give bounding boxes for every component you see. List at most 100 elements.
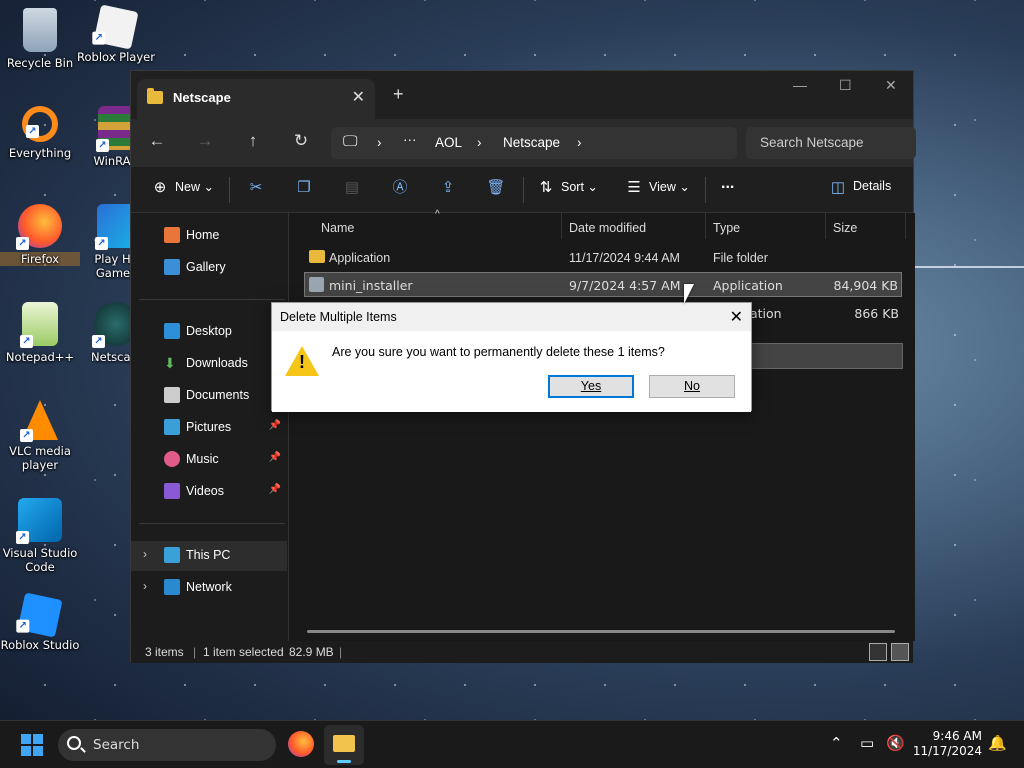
desktop-icon-label: Roblox Player [77, 50, 155, 64]
magnifier-icon: ↗ [22, 106, 58, 142]
clock[interactable]: 9:46 AM 11/17/2024 [912, 729, 982, 759]
more-options-button[interactable]: ... [721, 175, 734, 193]
navigation-bar: ← → ↑ ↻ 🖵 › ··· AOL › Netscape › Search … [131, 119, 916, 167]
table-row[interactable]: Application 11/17/2024 9:44 AM File fold… [305, 245, 903, 271]
item-count: 3 items [145, 645, 184, 659]
wallpaper-highlight [900, 266, 1024, 268]
nav-item-documents[interactable]: Documents [131, 381, 287, 409]
search-box[interactable]: Search Netscape [746, 127, 916, 159]
view-icon[interactable]: ☰ [623, 177, 645, 199]
desktop-icon-label: Everything [8, 146, 72, 160]
forward-arrow-icon[interactable]: → [193, 131, 217, 151]
desktop-icon-notepad-plus-plus[interactable]: ↗ Notepad++ [0, 302, 80, 364]
view-button[interactable]: View ⌄ [649, 179, 690, 194]
no-button[interactable]: No [649, 375, 735, 398]
new-tab-button[interactable]: + [393, 84, 404, 105]
vscode-icon: ↗ [16, 498, 62, 544]
column-size[interactable]: Size [833, 221, 857, 235]
breadcrumb-aol[interactable]: AOL [435, 135, 462, 150]
firefox-taskbar-icon[interactable] [288, 731, 314, 757]
pin-icon: 📌 [268, 452, 281, 463]
start-windows-icon[interactable] [21, 734, 43, 756]
details-pane-icon[interactable]: ◫ [827, 177, 849, 199]
application-icon [309, 277, 324, 292]
nav-item-videos[interactable]: Videos 📌 [131, 477, 287, 505]
nav-item-desktop[interactable]: Desktop [131, 317, 287, 345]
sort-button[interactable]: Sort ⌄ [561, 179, 598, 194]
table-row-selected[interactable]: mini_installer 9/7/2024 4:57 AM Applicat… [304, 272, 902, 297]
nav-item-music[interactable]: Music 📌 [131, 445, 287, 473]
taskbar-search[interactable]: Search [58, 729, 276, 761]
yes-button[interactable]: Yes [548, 375, 634, 398]
network-icon [164, 579, 180, 595]
breadcrumb-netscape[interactable]: Netscape [503, 135, 560, 150]
horizontal-scrollbar[interactable] [307, 630, 895, 633]
nav-item-this-pc[interactable]: › This PC [131, 541, 287, 571]
nav-item-home[interactable]: Home [131, 221, 287, 249]
share-icon[interactable]: ⇪ [437, 177, 459, 199]
nav-item-network[interactable]: › Network [131, 573, 287, 601]
new-button[interactable]: New ⌄ [175, 179, 214, 194]
minimize-button[interactable]: — [793, 77, 807, 93]
close-icon[interactable]: ✕ [730, 307, 743, 327]
divider [905, 213, 906, 239]
computer-icon [164, 547, 180, 563]
desktop-icon-roblox-studio[interactable]: ↗ Roblox Studio [0, 592, 80, 652]
nav-item-pictures[interactable]: Pictures 📌 [131, 413, 287, 441]
copy-icon[interactable]: ❐ [293, 177, 315, 199]
desktop-icon-vlc[interactable]: ↗ VLC media player [0, 400, 80, 472]
nav-item-downloads[interactable]: ⬇ Downloads [131, 349, 287, 377]
desktop-icon-roblox-player[interactable]: ↗ Roblox Player [76, 4, 156, 64]
plus-icon[interactable]: ⊕ [149, 177, 171, 199]
desktop-icon-label: VLC media player [9, 444, 71, 472]
home-icon [164, 227, 180, 243]
desktop-icon-everything[interactable]: ↗ Everything [0, 106, 80, 160]
maximize-button[interactable]: ☐ [839, 77, 852, 94]
file-explorer-taskbar-icon[interactable] [324, 725, 364, 765]
sort-caret-icon: ^ [435, 209, 440, 220]
status-bar: 3 items | 1 item selected 82.9 MB | [131, 641, 913, 663]
nav-item-gallery[interactable]: Gallery [131, 253, 287, 281]
cut-icon[interactable]: ✂ [245, 177, 267, 199]
desktop-icon-recycle-bin[interactable]: Recycle Bin [0, 8, 80, 70]
tiles-view-icon[interactable] [891, 643, 909, 661]
address-bar[interactable]: 🖵 › ··· AOL › Netscape › [331, 127, 737, 159]
title-bar: Netscape ✕ + — ☐ ✕ [131, 71, 913, 119]
column-date-modified[interactable]: Date modified [569, 221, 646, 235]
delete-icon[interactable]: 🗑 [485, 177, 507, 199]
chevron-right-icon: › [577, 135, 582, 150]
chevron-right-icon[interactable]: › [143, 547, 147, 561]
divider [561, 213, 562, 239]
dialog-body: Are you sure you want to permanently del… [272, 331, 751, 412]
more-breadcrumb-icon[interactable]: ··· [403, 132, 417, 147]
up-arrow-icon[interactable]: ↑ [241, 131, 265, 151]
taskbar: Search ⌃ ▭ 🔇 9:46 AM 11/17/2024 🔔 [0, 720, 1024, 768]
desktop-icon [164, 323, 180, 339]
column-type[interactable]: Type [713, 221, 740, 235]
close-tab-icon[interactable]: ✕ [352, 87, 365, 107]
notification-bell-icon[interactable]: 🔔 [988, 734, 1007, 752]
details-button[interactable]: Details [853, 179, 891, 193]
sort-icon[interactable]: ⇅ [535, 177, 557, 199]
volume-muted-icon[interactable]: 🔇 [886, 734, 905, 752]
roblox-studio-icon: ↗ [16, 592, 63, 638]
network-status-icon[interactable]: ▭ [860, 734, 874, 752]
column-name[interactable]: Name [321, 221, 354, 235]
desktop-icon-firefox[interactable]: ↗ Firefox [0, 204, 80, 266]
desktop-icon-vscode[interactable]: ↗ Visual Studio Code [0, 498, 80, 574]
close-window-button[interactable]: ✕ [885, 77, 897, 94]
refresh-icon[interactable]: ↻ [289, 131, 313, 151]
tab-netscape[interactable]: Netscape ✕ [137, 79, 375, 119]
details-view-icon[interactable] [869, 643, 887, 661]
divider [229, 177, 230, 203]
back-arrow-icon[interactable]: ← [145, 131, 169, 151]
rename-icon[interactable]: Ⓐ [389, 177, 411, 199]
pin-icon: 📌 [268, 420, 281, 431]
divider: | [339, 645, 343, 659]
divider [825, 213, 826, 239]
chevron-right-icon[interactable]: › [143, 579, 147, 593]
chevron-up-icon[interactable]: ⌃ [830, 734, 843, 752]
divider [705, 213, 706, 239]
paste-icon[interactable]: ▤ [341, 177, 363, 199]
music-icon [164, 451, 180, 467]
